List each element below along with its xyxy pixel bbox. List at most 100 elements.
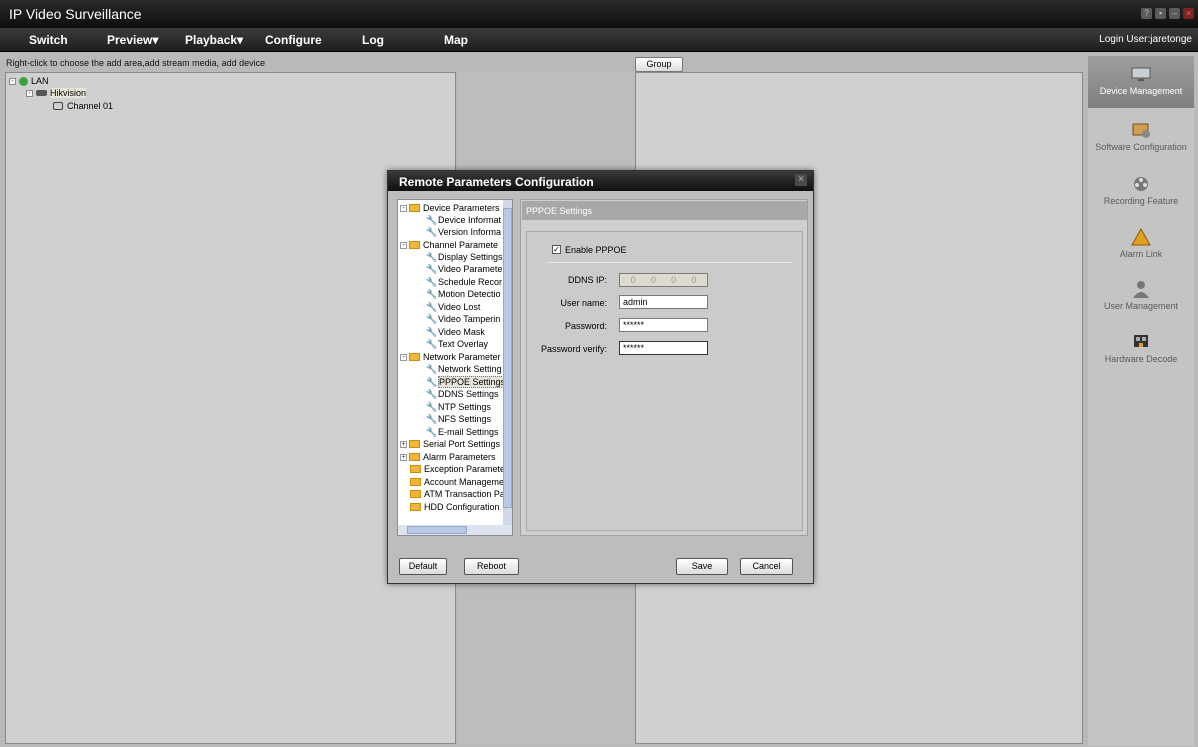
- password-verify-label: Password verify:: [540, 344, 607, 354]
- user-icon: [1133, 281, 1149, 298]
- login-user-label: Login User:jaretonge: [1099, 34, 1192, 45]
- wrench-icon: 🔧: [426, 376, 438, 387]
- tree-item-display-settings[interactable]: 🔧 Display Settings: [426, 251, 503, 263]
- close-icon[interactable]: ×: [1183, 8, 1194, 19]
- sidebar-item-label: Device Management: [1099, 86, 1183, 96]
- tree-item-version-information[interactable]: 🔧 Version Informa: [426, 226, 501, 238]
- sidebar-item-label: Alarm Link: [1119, 249, 1163, 259]
- menu-switch[interactable]: Switch: [29, 33, 68, 47]
- folder-icon: [409, 241, 420, 249]
- expand-icon[interactable]: +: [400, 453, 407, 461]
- reboot-button[interactable]: Reboot: [464, 558, 519, 575]
- tree-node-channel[interactable]: Channel 01: [53, 101, 113, 111]
- divider: [547, 262, 792, 263]
- wrench-icon: 🔧: [426, 413, 438, 424]
- tree-group-atm-transaction[interactable]: ATM Transaction Pa: [410, 488, 505, 500]
- tree-group-exception-parameters[interactable]: Exception Paramete: [410, 463, 505, 475]
- cancel-button[interactable]: Cancel: [740, 558, 793, 575]
- warning-icon: [1131, 228, 1151, 246]
- collapse-icon[interactable]: -: [400, 204, 407, 212]
- tree-item-schedule-record[interactable]: 🔧 Schedule Recor: [426, 276, 502, 288]
- wrench-icon: 🔧: [426, 214, 438, 225]
- tree-group-alarm-parameters[interactable]: + Alarm Parameters: [400, 451, 496, 463]
- wrench-icon: 🔧: [426, 251, 438, 262]
- tree-node-lan[interactable]: - LAN: [9, 76, 49, 86]
- tree-group-hdd-configuration[interactable]: HDD Configuration: [410, 501, 500, 513]
- globe-icon: [19, 76, 28, 86]
- tree-group-serial-port-settings[interactable]: + Serial Port Settings: [400, 438, 500, 450]
- ddns-ip-field: 0 0 0 0: [619, 273, 708, 287]
- wrench-icon: 🔧: [426, 288, 438, 299]
- settings-icon[interactable]: ▪: [1155, 8, 1166, 19]
- tree-node-label: LAN: [31, 76, 49, 86]
- folder-icon: [410, 503, 421, 511]
- tree-item-motion-detection[interactable]: 🔧 Motion Detectio: [426, 288, 501, 300]
- minimize-icon[interactable]: –: [1169, 8, 1180, 19]
- tree-horizontal-scrollbar[interactable]: [398, 525, 512, 535]
- collapse-icon[interactable]: -: [26, 89, 33, 97]
- wrench-icon: 🔧: [426, 326, 438, 337]
- tree-node-device[interactable]: - Hikvision: [26, 88, 87, 98]
- tree-item-pppoe-settings[interactable]: 🔧 PPPOE Settings: [426, 376, 507, 388]
- menu-configure[interactable]: Configure: [265, 33, 322, 47]
- menu-playback[interactable]: Playback▾: [185, 33, 243, 47]
- sidebar-item-software-configuration[interactable]: Software Configuration: [1088, 112, 1194, 164]
- tree-item-video-tampering[interactable]: 🔧 Video Tamperin: [426, 313, 500, 325]
- password-verify-input[interactable]: ******: [619, 341, 708, 355]
- menu-preview[interactable]: Preview▾: [107, 33, 158, 47]
- wrench-icon: 🔧: [426, 276, 438, 287]
- help-icon[interactable]: ?: [1141, 8, 1152, 19]
- folder-icon: [409, 440, 420, 448]
- wrench-icon: 🔧: [426, 338, 438, 349]
- tree-item-ntp-settings[interactable]: 🔧 NTP Settings: [426, 401, 491, 413]
- menu-log[interactable]: Log: [362, 33, 384, 47]
- function-sidebar: Device Management Software Configuration…: [1088, 56, 1194, 746]
- tree-group-account-management[interactable]: Account Manageme: [410, 476, 504, 488]
- group-button[interactable]: Group: [635, 57, 683, 72]
- menu-map[interactable]: Map: [444, 33, 468, 47]
- monitor-icon: [1131, 67, 1151, 81]
- collapse-icon[interactable]: -: [400, 353, 407, 361]
- wrench-icon: 🔧: [426, 363, 438, 374]
- close-icon[interactable]: ×: [795, 174, 807, 186]
- ddns-ip-label: DDNS IP:: [567, 275, 607, 285]
- folder-icon: [410, 478, 421, 486]
- tree-item-text-overlay[interactable]: 🔧 Text Overlay: [426, 338, 488, 350]
- default-button[interactable]: Default: [399, 558, 447, 575]
- enable-pppoe-checkbox[interactable]: ✓: [552, 245, 561, 254]
- parameter-tree[interactable]: - Device Parameters 🔧 Device Informat 🔧 Ver…: [397, 199, 513, 536]
- user-name-label: User name:: [560, 298, 607, 308]
- hardware-decode-icon: [1134, 335, 1148, 347]
- password-input[interactable]: ******: [619, 318, 708, 332]
- sidebar-item-device-management[interactable]: Device Management: [1088, 56, 1194, 108]
- save-button[interactable]: Save: [676, 558, 728, 575]
- tree-item-email-settings[interactable]: 🔧 E-mail Settings: [426, 426, 499, 438]
- tree-item-ddns-settings[interactable]: 🔧 DDNS Settings: [426, 388, 499, 400]
- tree-group-network-parameters[interactable]: - Network Parameter: [400, 351, 501, 363]
- main-menu-bar: Switch Preview▾ Playback▾ Configure Log …: [0, 28, 1198, 52]
- user-name-input[interactable]: admin: [619, 295, 708, 309]
- sidebar-item-alarm-link[interactable]: Alarm Link: [1088, 219, 1194, 271]
- sidebar-item-recording-feature[interactable]: Recording Feature: [1088, 166, 1194, 218]
- tree-item-video-mask[interactable]: 🔧 Video Mask: [426, 326, 485, 338]
- wrench-icon: 🔧: [426, 301, 438, 312]
- collapse-icon[interactable]: -: [9, 77, 16, 85]
- tree-item-nfs-settings[interactable]: 🔧 NFS Settings: [426, 413, 491, 425]
- tree-vertical-scrollbar[interactable]: [503, 200, 512, 526]
- scrollbar-thumb[interactable]: [407, 526, 467, 534]
- tree-node-label: Channel 01: [67, 101, 114, 111]
- collapse-icon[interactable]: -: [400, 241, 407, 249]
- dvr-icon: [36, 90, 47, 96]
- sidebar-item-hardware-decode[interactable]: Hardware Decode: [1088, 324, 1194, 376]
- sidebar-item-user-management[interactable]: User Management: [1088, 271, 1194, 323]
- tree-item-device-information[interactable]: 🔧 Device Informat: [426, 214, 501, 226]
- tree-group-channel-parameters[interactable]: - Channel Paramete: [400, 239, 498, 251]
- pppoe-form: ✓ Enable PPPOE DDNS IP: 0 0 0 0 User nam…: [526, 231, 803, 531]
- tree-item-video-parameters[interactable]: 🔧 Video Paramete: [426, 263, 502, 275]
- tree-item-network-settings[interactable]: 🔧 Network Setting: [426, 363, 502, 375]
- tree-group-device-parameters[interactable]: - Device Parameters: [400, 202, 500, 214]
- tree-item-video-lost[interactable]: 🔧 Video Lost: [426, 301, 480, 313]
- tree-node-label: Hikvision: [50, 88, 87, 98]
- expand-icon[interactable]: +: [400, 440, 407, 448]
- scrollbar-thumb[interactable]: [503, 208, 512, 508]
